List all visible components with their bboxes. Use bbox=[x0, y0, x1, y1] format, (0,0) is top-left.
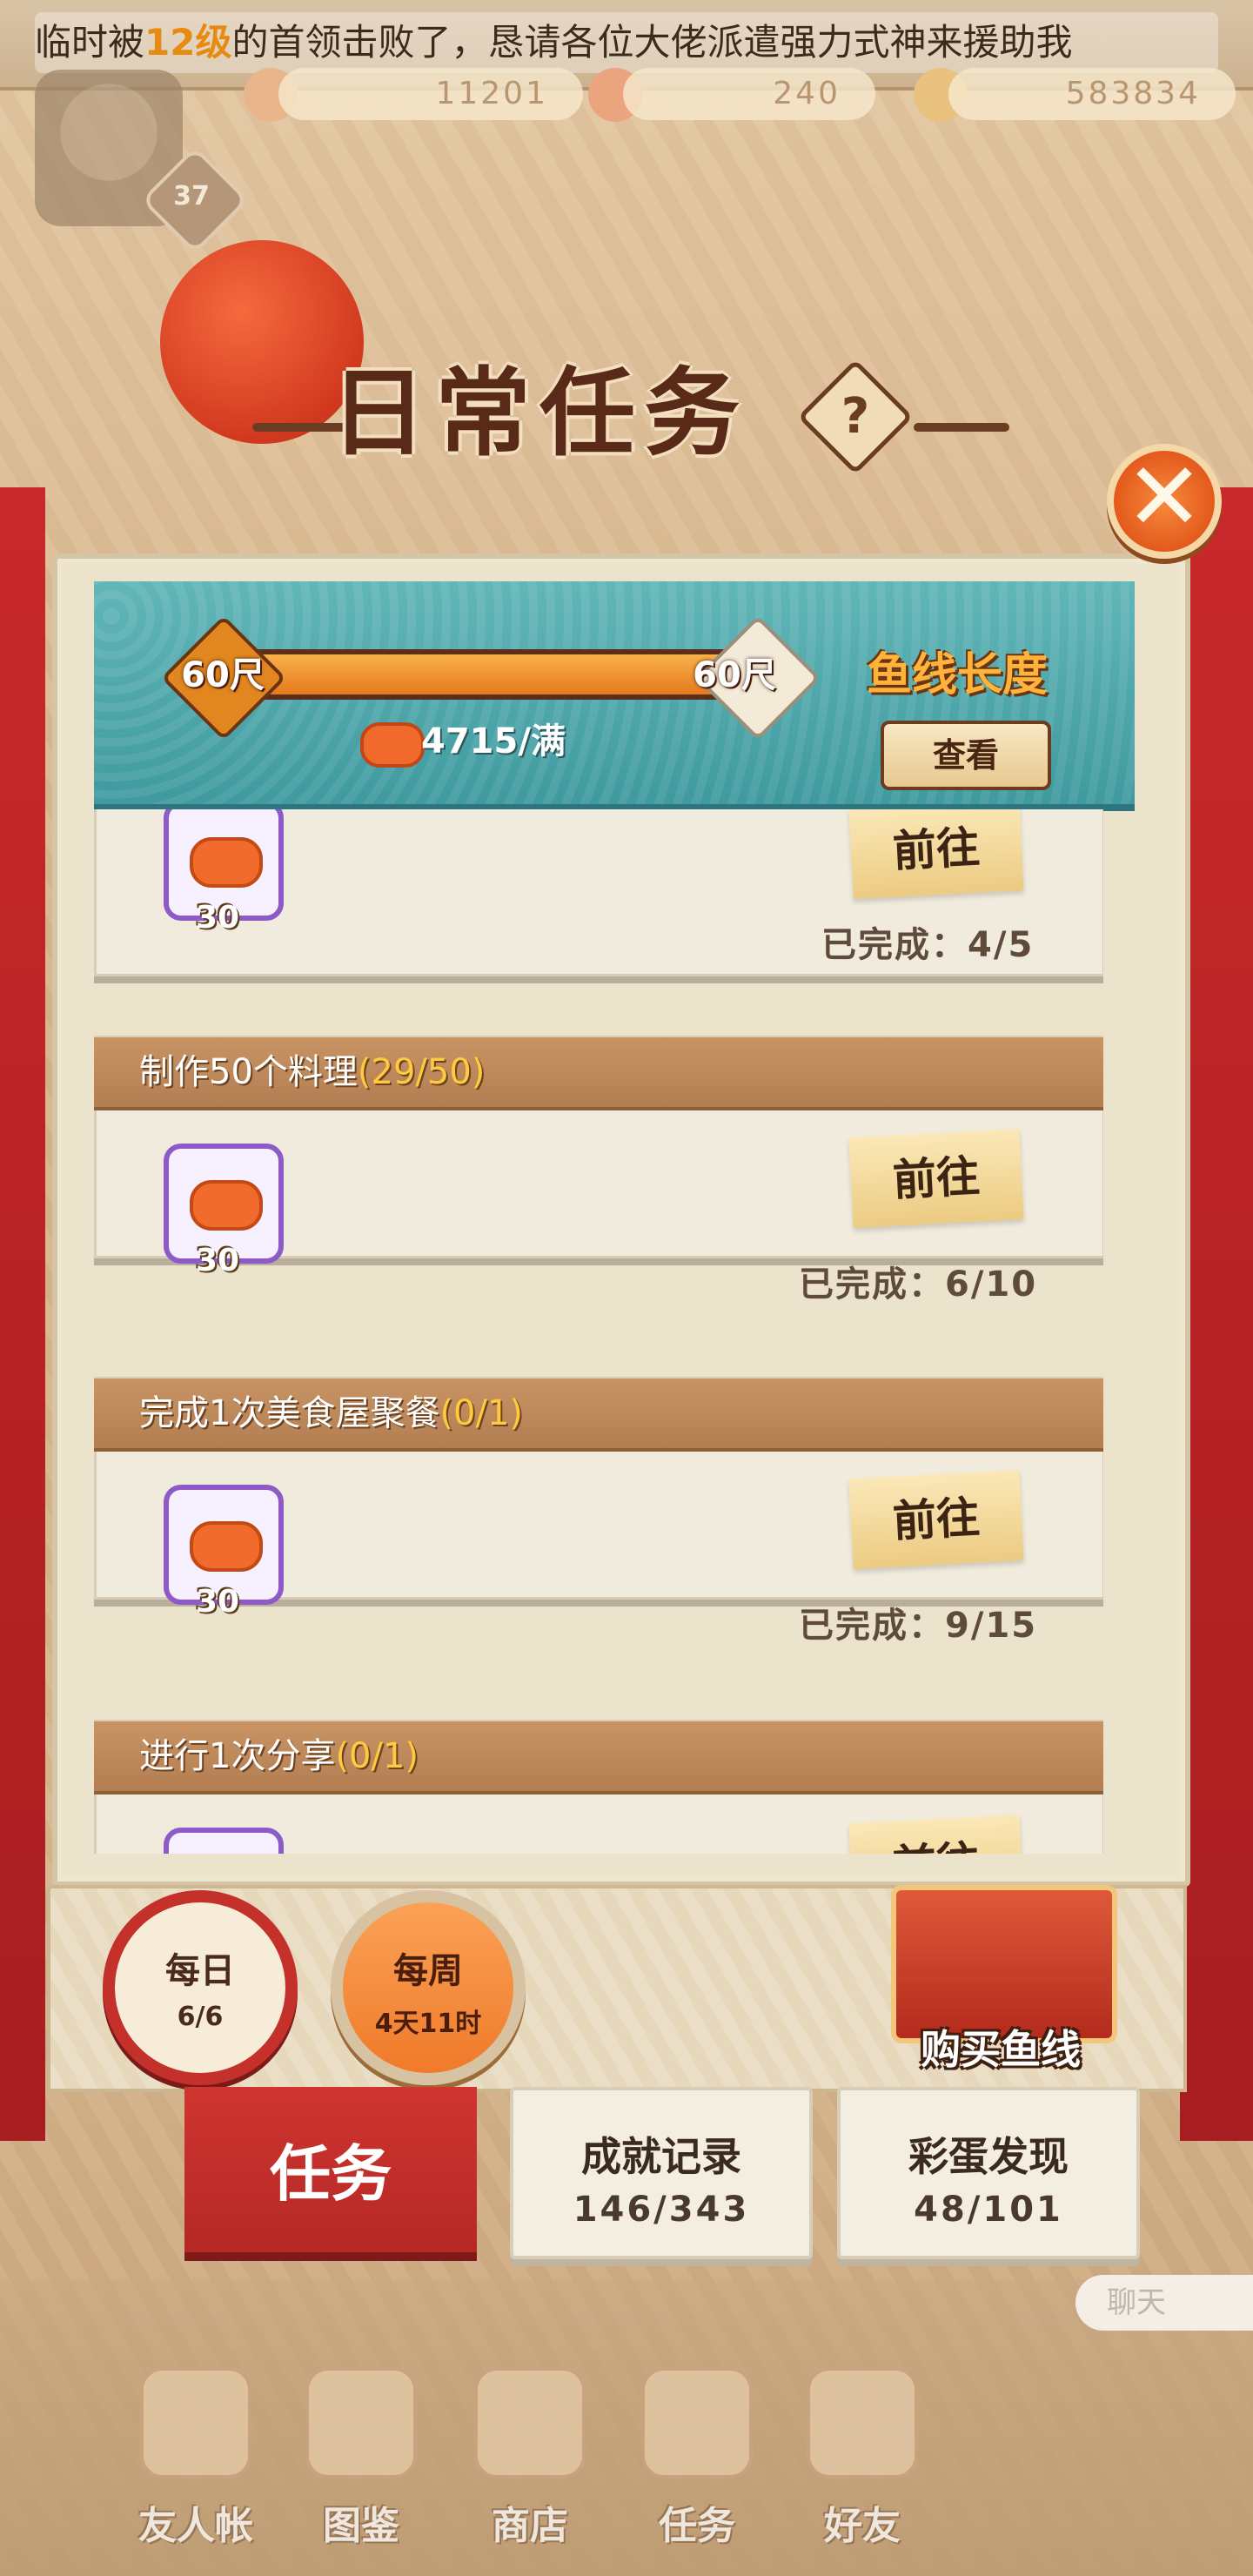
meter-end-label: 60尺 bbox=[693, 655, 776, 695]
tab-achievements[interactable]: 成就记录 146/343 bbox=[510, 2087, 813, 2259]
tab-easter-eggs-label: 彩蛋发现 bbox=[908, 2133, 1069, 2180]
fishing-line-icon bbox=[360, 722, 425, 768]
task-title: 制作50个料理(29/50) bbox=[139, 1046, 485, 1098]
reward-amount: 30 bbox=[195, 1584, 240, 1620]
view-button[interactable]: 查看 bbox=[881, 721, 1051, 790]
friends-icon bbox=[807, 2367, 918, 2479]
tab-achievements-count: 146/343 bbox=[573, 2190, 750, 2230]
announcement-highlight: 12级 bbox=[144, 21, 232, 64]
fish-coin-counter[interactable]: 240 bbox=[623, 68, 875, 120]
go-button[interactable]: 前往 bbox=[848, 1469, 1024, 1570]
meter-start-label: 60尺 bbox=[181, 655, 265, 695]
nav-friends-book[interactable]: 友人帐 bbox=[122, 2350, 270, 2567]
fishing-line-count: 4715/满 bbox=[421, 721, 566, 761]
tab-tasks[interactable]: 任务 bbox=[184, 2087, 477, 2252]
announcement-suffix: 的首领击败了，恳请各位大佬派遣强力式神来援助我 bbox=[231, 21, 1073, 64]
tab-easter-eggs[interactable]: 彩蛋发现 48/101 bbox=[837, 2087, 1140, 2259]
daily-tab-label: 每日 bbox=[165, 1951, 235, 1991]
player-level: 37 bbox=[173, 181, 210, 211]
encyclopedia-icon bbox=[305, 2367, 417, 2479]
nav-encyclopedia[interactable]: 图鉴 bbox=[287, 2350, 435, 2567]
weekly-tab-label: 每周 bbox=[393, 1951, 463, 1991]
reward-amount: 30 bbox=[195, 1243, 240, 1278]
right-red-panel bbox=[1180, 487, 1253, 2141]
nav-label: 任务 bbox=[659, 2504, 735, 2548]
shop-cat-icon bbox=[474, 2367, 586, 2479]
reward-amount: 30 bbox=[195, 900, 240, 936]
weekly-tab[interactable]: 每周 4天11时 bbox=[331, 1890, 526, 2085]
fishing-line-icon bbox=[190, 1180, 263, 1231]
fishing-line-icon bbox=[190, 837, 263, 888]
task-list[interactable]: 30 前往 已完成：4/5 制作50个料理(29/50) 30 前往 已完成：6… bbox=[94, 809, 1103, 1854]
friends-book-icon bbox=[140, 2367, 251, 2479]
task-title-text: 完成1次美食屋聚餐 bbox=[139, 1393, 440, 1433]
gold-counter[interactable]: 583834 bbox=[948, 68, 1236, 120]
weekly-tab-timer: 4天11时 bbox=[374, 2009, 482, 2039]
fishing-line-meter-fill bbox=[205, 654, 734, 694]
task-completed: 已完成：6/10 bbox=[799, 1265, 1038, 1305]
nav-label: 商店 bbox=[492, 2504, 568, 2548]
go-button[interactable]: 前往 bbox=[848, 1128, 1024, 1229]
fishing-line-icon bbox=[190, 1521, 263, 1572]
nav-label: 好友 bbox=[824, 2504, 901, 2548]
task-progress: (29/50) bbox=[357, 1052, 486, 1092]
left-red-panel bbox=[0, 487, 45, 2141]
task-progress: (0/1) bbox=[439, 1393, 524, 1433]
task-completed: 已完成：4/5 bbox=[821, 925, 1035, 965]
task-header: 完成1次美食屋聚餐(0/1) bbox=[94, 1379, 1103, 1452]
tab-achievements-label: 成就记录 bbox=[581, 2133, 741, 2180]
buy-fishing-line-button[interactable]: 购买鱼线 bbox=[879, 2019, 1122, 2080]
tab-tasks-label: 任务 bbox=[270, 2138, 392, 2210]
stamina-counter[interactable]: 11201 bbox=[278, 68, 583, 120]
task-title: 完成1次美食屋聚餐(0/1) bbox=[139, 1387, 523, 1439]
announcement-text: 临时被12级的首领击败了，恳请各位大佬派遣强力式神来援助我 bbox=[35, 12, 1218, 73]
daily-tab[interactable]: 每日 6/6 bbox=[103, 1890, 298, 2085]
nav-friends[interactable]: 好友 bbox=[788, 2350, 936, 2567]
close-button[interactable]: ✕ bbox=[1107, 444, 1222, 559]
tasks-icon bbox=[641, 2367, 753, 2479]
reward-icon bbox=[164, 1828, 284, 1854]
nav-label: 友人帐 bbox=[138, 2504, 253, 2548]
nav-shop[interactable]: 商店 bbox=[456, 2350, 604, 2567]
fishing-line-title: 鱼线长度 bbox=[866, 649, 1048, 701]
task-completed: 已完成：9/15 bbox=[799, 1606, 1038, 1646]
task-title-text: 制作50个料理 bbox=[139, 1052, 358, 1092]
task-progress: (0/1) bbox=[335, 1736, 419, 1776]
chat-label: 聊天 bbox=[1107, 2285, 1166, 2320]
task-title-text: 进行1次分享 bbox=[139, 1736, 336, 1776]
nav-tasks[interactable]: 任务 bbox=[623, 2350, 771, 2567]
tab-easter-eggs-count: 48/101 bbox=[914, 2190, 1063, 2230]
title-right-ornament bbox=[914, 423, 1009, 432]
daily-tab-progress: 6/6 bbox=[177, 2002, 224, 2032]
go-button[interactable]: 前往 bbox=[848, 809, 1024, 900]
announcement-prefix: 临时被 bbox=[35, 21, 145, 64]
task-title: 进行1次分享(0/1) bbox=[139, 1730, 419, 1782]
task-header: 制作50个料理(29/50) bbox=[94, 1037, 1103, 1110]
help-icon[interactable]: ? bbox=[814, 376, 896, 458]
task-header: 进行1次分享(0/1) bbox=[94, 1721, 1103, 1794]
page-title: 日常任务 bbox=[331, 358, 748, 469]
nav-label: 图鉴 bbox=[323, 2504, 399, 2548]
